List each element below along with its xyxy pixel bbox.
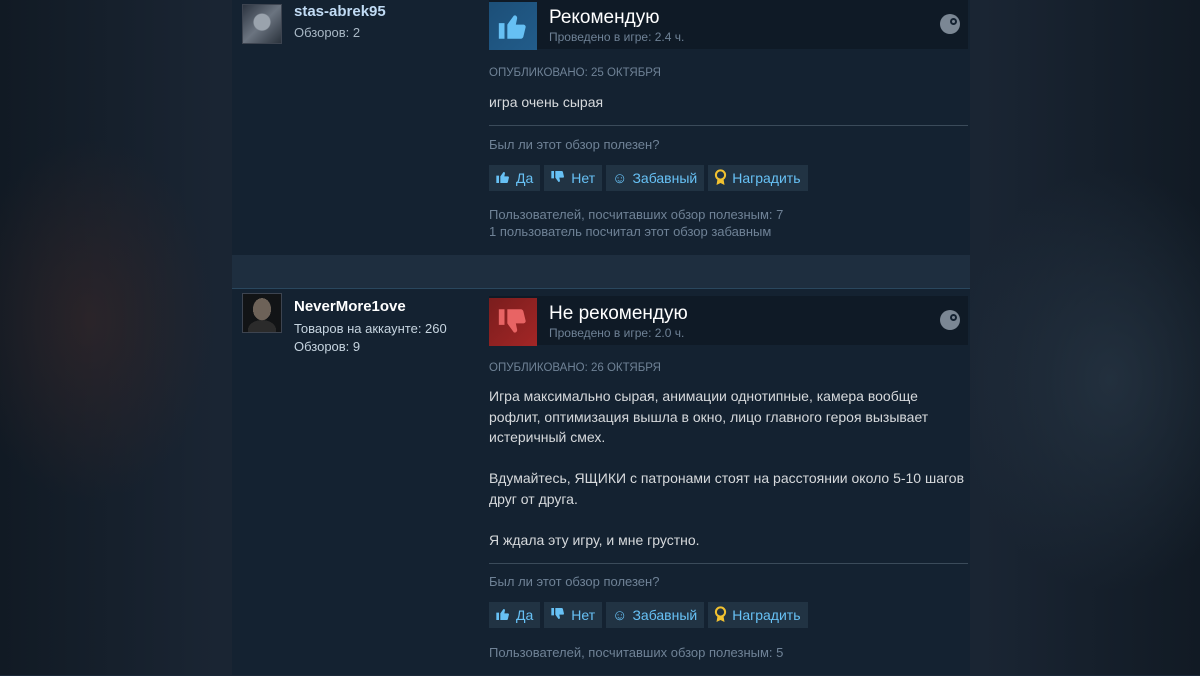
review-stats: Пользователей, посчитавших обзор полезны… [489,206,783,240]
helpful-count: Пользователей, посчитавших обзор полезны… [489,645,784,660]
smile-icon: ☺ [612,169,628,187]
author-reviews-count[interactable]: Обзоров: 9 [294,339,360,354]
review-body: игра очень сырая [489,92,964,133]
avatar[interactable] [242,293,282,333]
button-label: Наградить [732,170,801,186]
review-divider [232,255,970,288]
posted-date: Опубликовано: 26 октября [489,362,661,374]
thumbs-down-icon [489,298,537,346]
author-reviews-count[interactable]: Обзоров: 2 [294,25,360,40]
separator [489,563,968,564]
vote-header[interactable]: Не рекомендую Проведено в игре: 2.0 ч. [489,296,968,346]
award-icon [714,168,727,188]
vote-header[interactable]: Рекомендую Проведено в игре: 2.4 ч. [489,0,968,50]
helpful-count: Пользователей, посчитавших обзор полезны… [489,207,784,222]
author-products-count[interactable]: Товаров на аккаунте: 260 [294,321,447,336]
button-label: Да [516,170,534,186]
button-label: Забавный [632,170,698,186]
author-name[interactable]: NeverMore1ove [294,298,406,315]
review-body: Игра максимально сырая, анимации однотип… [489,386,964,571]
vote-title: Не рекомендую [549,303,688,324]
separator [489,125,968,126]
avatar[interactable] [242,4,282,44]
review-stats: Пользователей, посчитавших обзор полезны… [489,644,783,661]
thumbs-up-icon [495,169,511,187]
button-label: Наградить [732,607,801,623]
button-label: Нет [571,607,596,623]
review-content: Рекомендую Проведено в игре: 2.4 ч. Опуб… [489,0,968,239]
review-paragraph: Игра максимально сырая, анимации однотип… [489,388,929,445]
helpful-question: Был ли этот обзор полезен? [489,137,660,152]
thumbs-up-icon [495,606,511,624]
playtime: Проведено в игре: 2.4 ч. [549,30,685,44]
helpful-no-button[interactable]: Нет [544,602,603,628]
award-button[interactable]: Наградить [708,165,808,191]
review-card: NeverMore1ove Товаров на аккаунте: 260 О… [232,288,970,676]
review-content: Не рекомендую Проведено в игре: 2.0 ч. О… [489,296,968,660]
funny-button[interactable]: ☺ Забавный [606,602,705,628]
review-card: stas-abrek95 Обзоров: 2 Рекомендую Прове… [232,0,970,255]
vote-title: Рекомендую [549,7,660,28]
helpful-yes-button[interactable]: Да [489,602,541,628]
funny-count: 1 пользователь посчитал этот обзор забав… [489,224,772,239]
review-paragraph: игра очень сырая [489,94,604,110]
steam-icon [940,14,960,34]
thumbs-down-icon [550,169,566,187]
vote-buttons: Да Нет ☺ Забавный Наградить [489,602,808,628]
steam-icon [940,310,960,330]
button-label: Нет [571,170,596,186]
playtime: Проведено в игре: 2.0 ч. [549,326,685,340]
button-label: Да [516,607,534,623]
posted-date: Опубликовано: 25 октября [489,67,661,79]
helpful-question: Был ли этот обзор полезен? [489,574,660,589]
smile-icon: ☺ [612,606,628,624]
thumbs-down-icon [550,606,566,624]
button-label: Забавный [632,607,698,623]
author-name[interactable]: stas-abrek95 [294,3,386,20]
funny-button[interactable]: ☺ Забавный [606,165,705,191]
vote-buttons: Да Нет ☺ Забавный Наградить [489,165,808,191]
helpful-no-button[interactable]: Нет [544,165,603,191]
helpful-yes-button[interactable]: Да [489,165,541,191]
thumbs-up-icon [489,2,537,50]
review-paragraph: Я ждала эту игру, и мне грустно. [489,531,700,548]
award-icon [714,605,727,625]
review-paragraph: Вдумайтесь, ЯЩИКИ с патронами стоят на р… [489,470,965,507]
award-button[interactable]: Наградить [708,602,808,628]
